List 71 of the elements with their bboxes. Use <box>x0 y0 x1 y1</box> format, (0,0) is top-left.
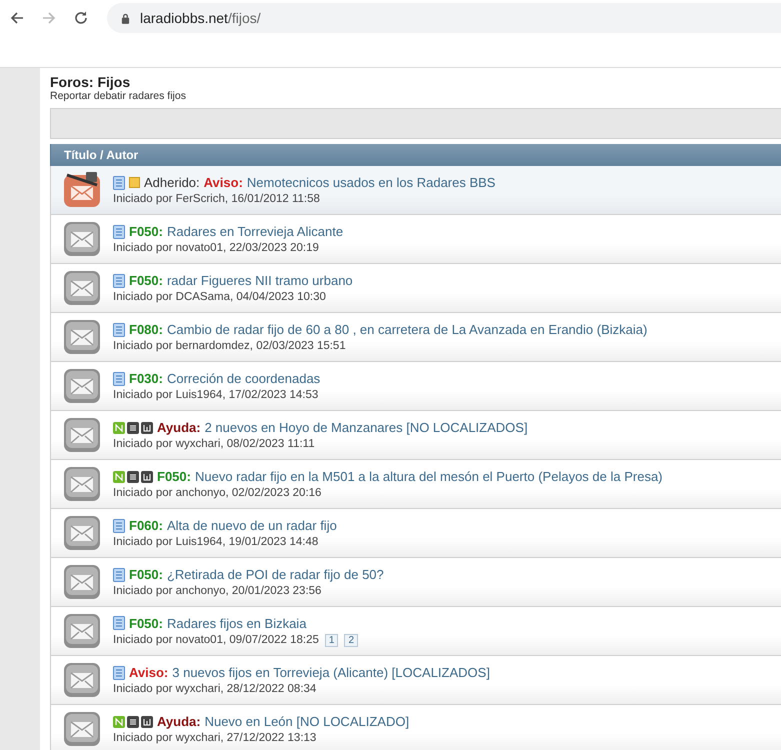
new-badge-icon <box>113 470 153 482</box>
thread-title-link[interactable]: Radares en Torrevieja Alicante <box>166 224 344 239</box>
page-link[interactable]: 2 <box>344 634 358 646</box>
thread-starter: Iniciado por novato01, 09/07/2022 18:25 <box>113 634 319 646</box>
sticky-icon <box>129 177 140 188</box>
thread-title-link[interactable]: ¿Retirada de POI de radar fijo de 50? <box>166 567 384 582</box>
thread-title-link[interactable]: Correción de coordenadas <box>166 371 320 386</box>
envelope-icon <box>63 613 101 649</box>
envelope-icon <box>63 270 101 306</box>
thread-title-link[interactable]: Nemotecnicos usados en los Radares BBS <box>246 175 496 190</box>
lock-icon <box>121 12 130 24</box>
thread-starter: Iniciado por wyxchari, 28/12/2022 08:34 <box>113 683 316 695</box>
envelope-icon <box>63 368 101 404</box>
forum-title: Foros: Fijos <box>50 74 132 90</box>
sticky-label: Adherido: <box>144 175 200 190</box>
document-icon <box>113 518 125 532</box>
envelope-icon <box>63 466 101 502</box>
thread-starter: Iniciado por novato01, 22/03/2023 20:19 <box>113 242 319 254</box>
thread-starter: Iniciado por bernardomdez, 02/03/2023 15:51 <box>113 340 346 352</box>
thread-prefix: Aviso: <box>204 175 243 190</box>
thread-title-link[interactable]: 3 nuevos fijos en Torrevieja (Alicante) [LOCALIZADOS] <box>172 665 490 680</box>
document-icon <box>113 666 125 680</box>
envelope-icon <box>63 319 101 355</box>
thread-prefix: F050: <box>157 469 191 484</box>
thread-starter: Iniciado por FerScrich, 16/01/2012 11:58 <box>113 193 320 205</box>
locked-envelope-icon <box>63 172 101 208</box>
document-icon <box>113 372 125 386</box>
document-icon <box>113 616 125 630</box>
thread-starter: Iniciado por anchonyo, 02/02/2023 20:16 <box>113 487 322 499</box>
envelope-icon <box>63 515 101 551</box>
thread-starter: Iniciado por Luis1964, 17/02/2023 14:53 <box>113 389 318 401</box>
page-link[interactable]: 1 <box>324 634 338 646</box>
envelope-icon <box>63 221 101 257</box>
document-icon <box>113 176 125 190</box>
thread-title-link[interactable]: radar Figueres NII tramo urbano <box>166 273 353 288</box>
envelope-icon <box>63 662 101 698</box>
thread-title-link[interactable]: Nuevo en León [NO LOCALIZADO] <box>204 714 410 729</box>
thread-title-link[interactable]: Cambio de radar fijo de 60 a 80 , en carretera de La Avanzada en Erandio (Bizkaia) <box>166 322 648 337</box>
document-icon <box>113 322 125 336</box>
thread-starter: Iniciado por Luis1964, 19/01/2023 14:48 <box>113 536 318 548</box>
thread-title-link[interactable]: Radares fijos en Bizkaia <box>166 616 306 630</box>
thread-starter: Iniciado por wyxchari, 08/02/2023 11:11 <box>113 438 315 450</box>
thread-prefix: F080: <box>129 322 163 337</box>
thread-prefix: Aviso: <box>129 665 168 680</box>
document-icon <box>113 224 125 238</box>
new-badge-icon <box>113 716 153 728</box>
new-badge-icon <box>113 422 153 434</box>
envelope-icon <box>63 564 101 600</box>
back-icon[interactable] <box>9 10 25 26</box>
document-icon <box>113 568 125 582</box>
envelope-icon <box>63 417 101 453</box>
thread-prefix: F050: <box>129 273 163 288</box>
thread-title-link[interactable]: Nuevo radar fijo en la M501 a la altura del mesón el Puerto (Pelayos de la Presa) <box>194 469 662 484</box>
thread-title-link[interactable]: Alta de nuevo de un radar fijo <box>166 518 337 533</box>
thread-prefix: F050: <box>129 616 163 630</box>
document-icon <box>113 274 125 288</box>
thread-title-link[interactable]: 2 nuevos en Hoyo de Manzanares [NO LOCALIZADOS] <box>204 420 528 435</box>
thread-prefix: Ayuda: <box>157 714 201 729</box>
thread-prefix: F060: <box>129 518 163 533</box>
thread-starter: Iniciado por anchonyo, 20/01/2023 23:56 <box>113 585 322 597</box>
forum-description: Reportar debatir radares fijos <box>50 90 187 102</box>
thread-starter: Iniciado por wyxchari, 27/12/2022 13:13 <box>113 732 316 744</box>
thread-prefix: F030: <box>129 371 163 386</box>
address-field[interactable]: laradiobbs.net/fijos/ <box>107 3 781 33</box>
table-header: Título / Autor <box>50 144 781 166</box>
thread-prefix: F050: <box>129 224 163 239</box>
thread-prefix: Ayuda: <box>157 420 201 435</box>
reload-icon[interactable] <box>73 10 89 26</box>
thread-starter: Iniciado por DCASama, 04/04/2023 10:30 <box>113 291 326 303</box>
thread-prefix: F050: <box>129 567 163 582</box>
envelope-icon <box>63 711 101 747</box>
